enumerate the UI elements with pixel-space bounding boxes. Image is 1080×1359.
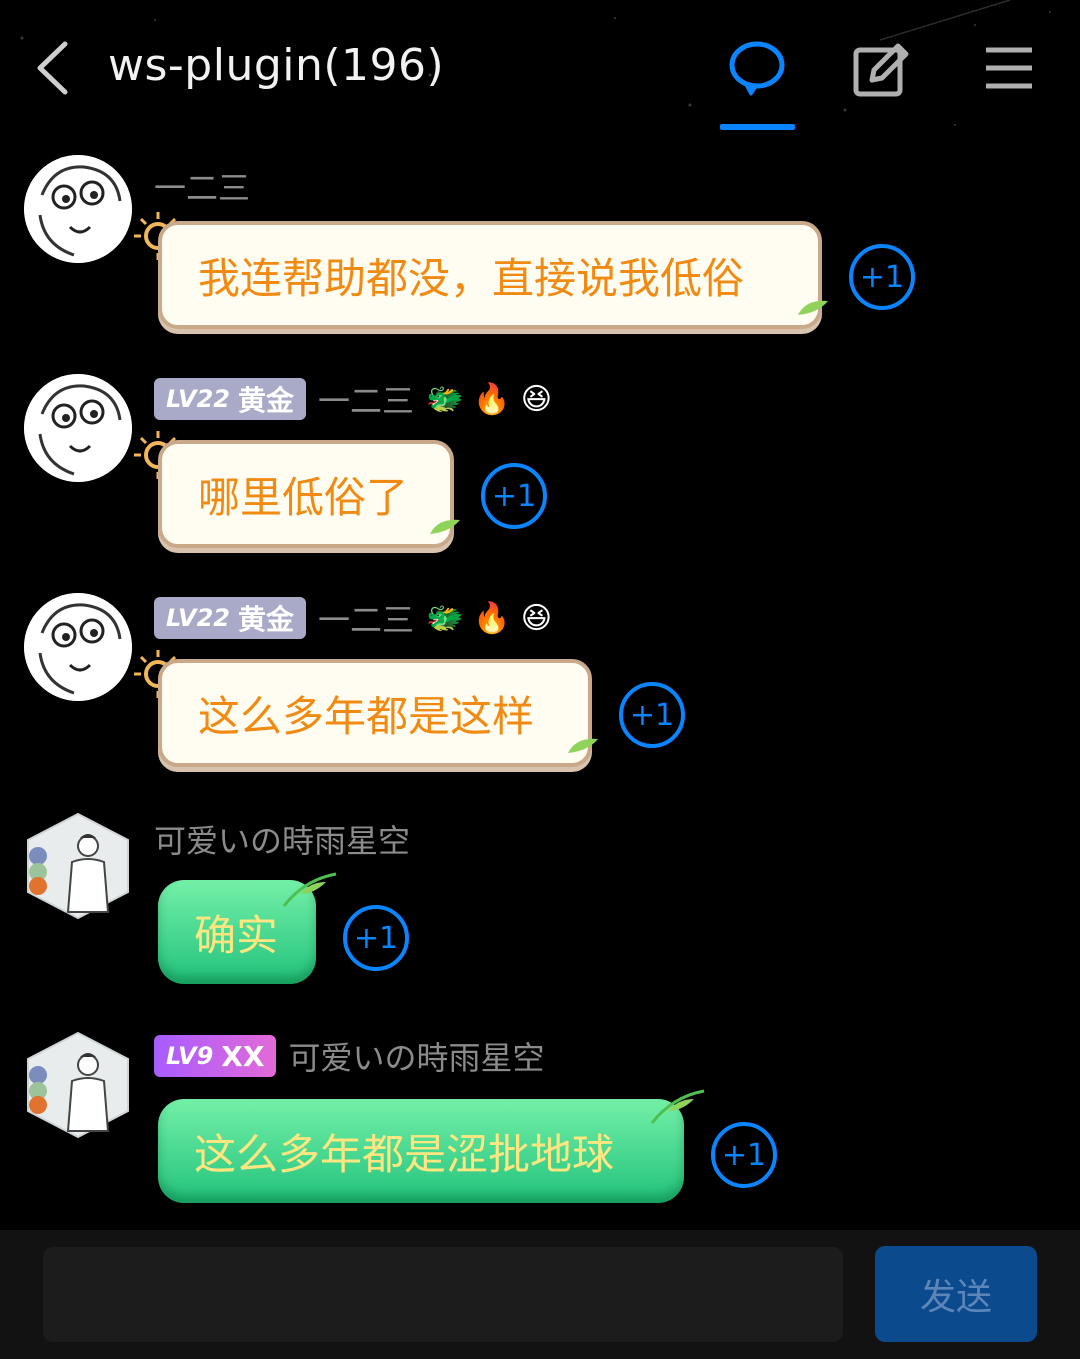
message-input[interactable] <box>43 1247 843 1342</box>
level-text: LV22 <box>166 604 230 632</box>
fire-emoji-icon: 🔥 <box>473 381 511 417</box>
message-text: 这么多年都是涩批地球 <box>194 1129 615 1179</box>
sender-name: 一二三 <box>154 169 251 207</box>
message-text: 确实 <box>194 910 279 960</box>
emoji-badges: 🐲 🔥 😆 <box>426 601 552 636</box>
level-title: 黄金 <box>237 384 294 417</box>
send-button[interactable]: 发送 <box>875 1246 1037 1342</box>
sender-name: 一二三 <box>317 382 414 420</box>
avatar[interactable] <box>24 1031 132 1139</box>
avatar[interactable] <box>24 374 132 482</box>
chevron-left-icon[interactable] <box>30 38 80 98</box>
active-tab-indicator <box>720 124 795 130</box>
dragon-emoji-icon: 🐲 <box>426 381 464 417</box>
bamboo-leaf-icon <box>282 872 337 907</box>
laughing-emoji-icon: 😆 <box>520 381 552 417</box>
sender-name: 可爱いの時雨星空 <box>154 822 411 860</box>
message-bubble[interactable]: 这么多年都是这样 <box>158 659 592 767</box>
sender-name: 一二三 <box>317 601 414 639</box>
level-title: XX <box>221 1039 265 1073</box>
message-meta: LV22 黄金 一二三 🐲 🔥 😆 <box>154 595 552 641</box>
level-badge: LV22 黄金 <box>154 597 306 639</box>
level-text: LV22 <box>166 385 230 413</box>
fire-emoji-icon: 🔥 <box>473 600 511 636</box>
composer-bar: 发送 <box>0 1230 1080 1359</box>
level-title: 黄金 <box>237 603 294 636</box>
plus-one-button[interactable]: +1 <box>343 905 409 971</box>
plus-one-button[interactable]: +1 <box>619 682 685 748</box>
avatar[interactable] <box>24 812 132 920</box>
leaf-icon <box>798 300 828 315</box>
message-text: 哪里低俗了 <box>198 472 409 522</box>
avatar[interactable] <box>24 155 132 263</box>
plus-one-button[interactable]: +1 <box>849 244 915 310</box>
page-title: ws-plugin(196) <box>108 40 445 91</box>
chat-bubble-icon[interactable] <box>727 38 789 100</box>
level-badge: LV22 黄金 <box>154 378 306 420</box>
leaf-icon <box>430 519 460 534</box>
message-bubble[interactable]: 哪里低俗了 <box>158 440 454 548</box>
message-bubble[interactable]: 这么多年都是涩批地球 <box>158 1099 684 1203</box>
message-meta: LV9 XX 可爱いの時雨星空 <box>154 1033 544 1079</box>
message-text: 这么多年都是这样 <box>198 691 535 741</box>
message-meta: 一二三 <box>154 163 250 209</box>
menu-icon[interactable] <box>978 38 1040 100</box>
leaf-icon <box>568 738 598 753</box>
avatar[interactable] <box>24 593 132 701</box>
message-bubble[interactable]: 我连帮助都没，直接说我低俗 <box>158 221 822 329</box>
top-bar: ws-plugin(196) <box>0 0 1080 135</box>
plus-one-button[interactable]: +1 <box>481 463 547 529</box>
emoji-badges: 🐲 🔥 😆 <box>426 382 552 417</box>
message-meta: LV22 黄金 一二三 🐲 🔥 😆 <box>154 376 552 422</box>
edit-icon[interactable] <box>850 38 912 100</box>
level-text: LV9 <box>166 1042 214 1070</box>
message-text: 我连帮助都没，直接说我低俗 <box>198 253 745 303</box>
laughing-emoji-icon: 😆 <box>520 600 552 636</box>
message-meta: 可爱いの時雨星空 <box>154 816 410 862</box>
plus-one-button[interactable]: +1 <box>711 1122 777 1188</box>
level-badge: LV9 XX <box>154 1035 277 1077</box>
dragon-emoji-icon: 🐲 <box>426 600 464 636</box>
bamboo-leaf-icon <box>650 1089 705 1124</box>
sender-name: 可爱いの時雨星空 <box>288 1039 545 1077</box>
